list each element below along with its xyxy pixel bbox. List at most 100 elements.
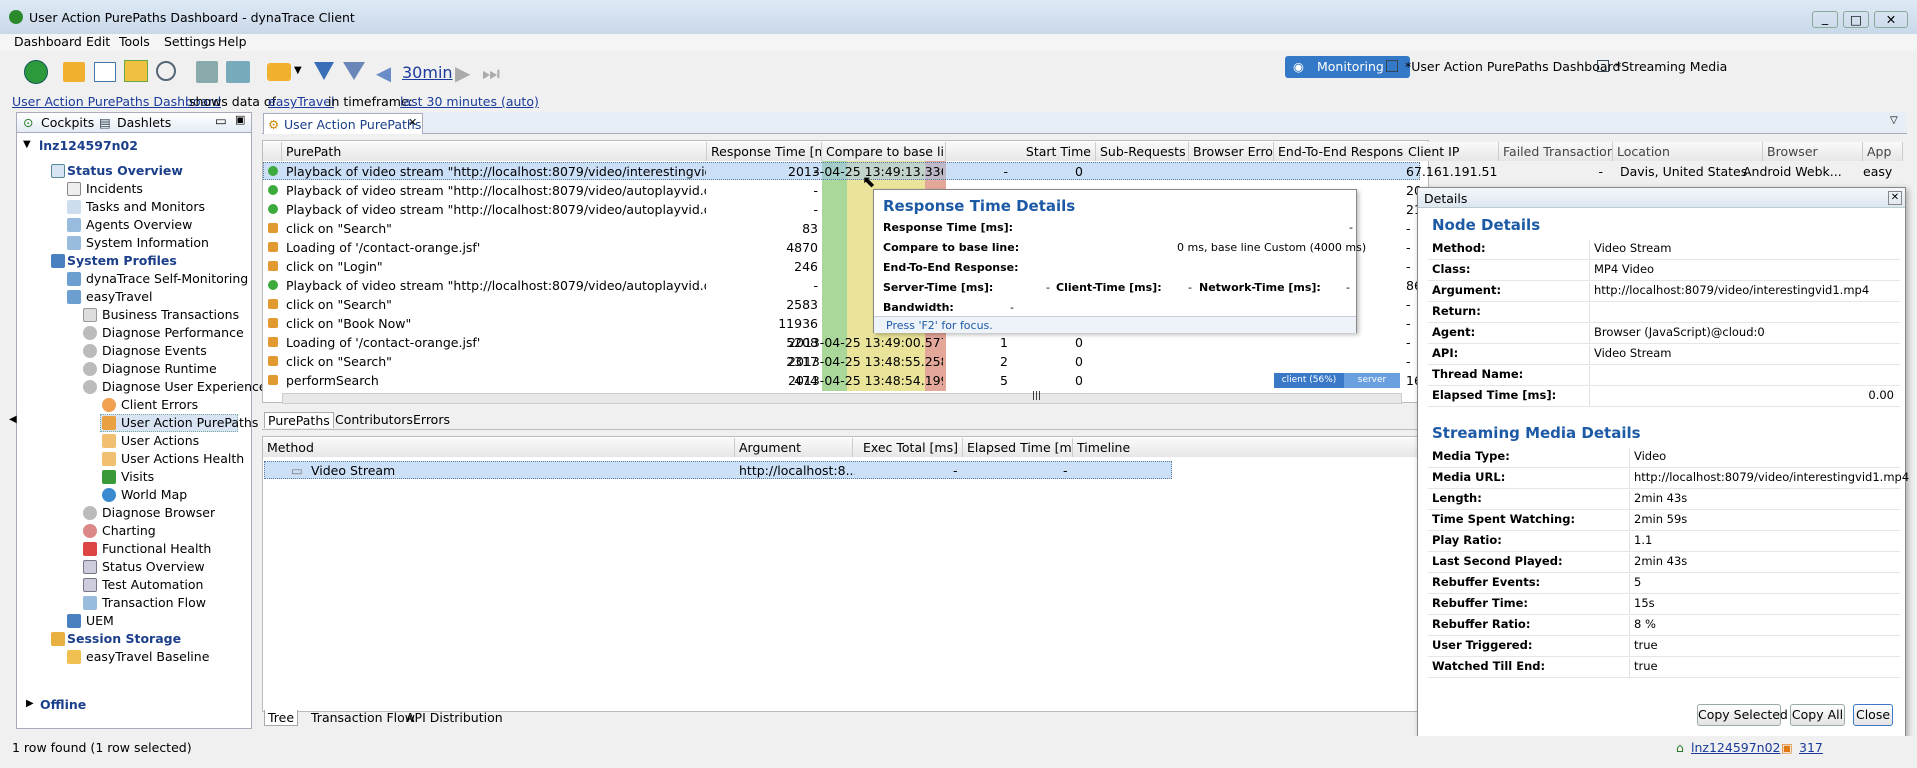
detail-row[interactable]: Media URL: http://localhost:8079/video/in… (1428, 469, 1909, 489)
filter-icon[interactable] (314, 62, 334, 80)
print-icon[interactable] (196, 61, 218, 83)
minimize-view-icon[interactable]: ▭ (215, 113, 227, 128)
detail-row[interactable]: Rebuffer Events: 5 (1428, 574, 1900, 594)
bottom-tab-tree[interactable]: Tree (264, 710, 299, 726)
detail-row[interactable]: Play Ratio: 1.1 (1428, 532, 1900, 552)
tree-runtime[interactable]: Diagnose Runtime (102, 361, 217, 376)
tree-visits[interactable]: Visits (121, 469, 154, 484)
minimize-button[interactable]: _ (1812, 11, 1838, 28)
timeframe-info-link[interactable]: last 30 minutes (auto) (400, 94, 539, 109)
col-argument[interactable]: Argument (735, 438, 853, 457)
detail-row[interactable]: Length: 2min 43s (1428, 490, 1900, 510)
tree-tasks[interactable]: Tasks and Monitors (86, 199, 205, 214)
copy-selected-button[interactable]: Copy Selected (1697, 704, 1788, 726)
tree-easytravel[interactable]: easyTravel (86, 289, 152, 304)
col-compare[interactable]: Compare to base line (822, 142, 946, 161)
detail-row[interactable]: Argument: http://localhost:8079/video/int… (1428, 282, 1900, 302)
detail-row[interactable]: Time Spent Watching: 2min 59s (1428, 511, 1900, 531)
detail-row[interactable]: API: Video Stream (1428, 345, 1900, 365)
tree-charting[interactable]: Charting (102, 523, 156, 538)
tree-testauto[interactable]: Test Automation (102, 577, 203, 592)
chevron-down-icon[interactable]: ▼ (294, 65, 302, 76)
tab-dashlets[interactable]: Dashlets (117, 115, 171, 130)
tree-bt[interactable]: Business Transactions (102, 307, 239, 322)
status-count-link[interactable]: 317 (1799, 740, 1823, 755)
copy-all-button[interactable]: Copy All (1790, 704, 1845, 726)
status-server-link[interactable]: lnz124597n02 (1691, 740, 1781, 755)
detail-row[interactable]: Rebuffer Time: 15s (1428, 595, 1900, 615)
detail-row[interactable]: Class: MP4 Video (1428, 261, 1900, 281)
back-icon[interactable]: ◀ (376, 61, 391, 85)
expand-icon[interactable]: ▶ (26, 698, 34, 709)
tree-ue[interactable]: Diagnose User Experience (102, 379, 267, 394)
tree-events[interactable]: Diagnose Events (102, 343, 207, 358)
bottom-tab-api[interactable]: API Distribution (403, 710, 506, 725)
collapse-icon[interactable]: ▼ (23, 139, 31, 150)
close-window-button[interactable]: ✕ (1874, 11, 1908, 28)
filter-settings-icon[interactable] (343, 62, 365, 80)
detail-row[interactable]: Thread Name: (1428, 366, 1900, 386)
tree-offline[interactable]: Offline (40, 697, 86, 712)
tree-sysinfo[interactable]: System Information (86, 235, 209, 250)
col-timeline[interactable]: Timeline (1073, 438, 1427, 457)
forward-icon[interactable]: ▶ (455, 61, 470, 85)
subtab-errors[interactable]: Errors (410, 412, 453, 427)
tab-cockpits[interactable]: Cockpits (41, 115, 94, 130)
timeframe-link[interactable]: 30min (402, 63, 453, 82)
close-tab-icon[interactable]: ✕ (408, 116, 417, 129)
col-purepath[interactable]: PurePath (282, 142, 707, 161)
collapse-left-icon[interactable]: ◀ (9, 414, 17, 425)
perspective-tab-dashboard[interactable]: *User Action PurePaths Dashboard (1405, 59, 1620, 74)
editor-tab[interactable]: ⚙ User Action PurePaths ✕ (263, 113, 423, 134)
tree-status2[interactable]: Status Overview (102, 559, 205, 574)
menu-help[interactable]: Help (218, 34, 247, 49)
bottom-tab-txflow[interactable]: Transaction Flow (308, 710, 418, 725)
col-start-time[interactable]: Start Time (946, 142, 1096, 161)
tree-client-errors[interactable]: Client Errors (121, 397, 198, 412)
menu-dashboard[interactable]: Dashboard (14, 34, 82, 49)
maximize-button[interactable]: □ (1843, 11, 1869, 28)
pin-icon[interactable]: ▣ (235, 113, 245, 126)
tree-txflow[interactable]: Transaction Flow (102, 595, 206, 610)
folder-icon[interactable] (63, 62, 85, 82)
detail-row[interactable]: Return: (1428, 303, 1900, 323)
detail-row[interactable]: Elapsed Time [ms]: 0.00 (1428, 387, 1900, 407)
tree-uah[interactable]: User Actions Health (121, 451, 244, 466)
col-method[interactable]: Method (263, 438, 735, 457)
detail-row[interactable]: User Triggered: true (1428, 637, 1900, 657)
detail-row[interactable]: Agent: Browser (JavaScript)@cloud:0 (1428, 324, 1900, 344)
perspective-tab-streaming[interactable]: *Streaming Media (1615, 59, 1727, 74)
table-row[interactable]: Playback of video stream "http://localho… (263, 162, 1892, 181)
handshake-icon[interactable] (267, 63, 291, 81)
tree-selfmon[interactable]: dynaTrace Self-Monitoring (86, 271, 248, 286)
search-icon[interactable] (156, 61, 176, 81)
detail-row[interactable]: Rebuffer Ratio: 8 % (1428, 616, 1900, 636)
tree-status-overview[interactable]: Status Overview (67, 163, 183, 178)
detail-row[interactable]: Media Type: Video (1428, 448, 1900, 468)
tree-profiles[interactable]: System Profiles (67, 253, 177, 268)
detail-row[interactable]: Method: Video Stream (1428, 240, 1900, 260)
col-e2e[interactable]: End-To-End Response (1274, 142, 1408, 161)
col-response-time[interactable]: Response Time [ms] (707, 142, 822, 161)
table-hscrollbar[interactable]: ||| (282, 391, 1402, 404)
close-button[interactable]: Close (1853, 704, 1893, 726)
tree-worldmap[interactable]: World Map (121, 487, 187, 502)
profile-link[interactable]: easyTravel (268, 94, 334, 109)
tree-ua[interactable]: User Actions (121, 433, 199, 448)
forward-end-icon[interactable]: ⏭ (482, 61, 500, 85)
tree-functional[interactable]: Functional Health (102, 541, 211, 556)
tree-baseline[interactable]: easyTravel Baseline (86, 649, 209, 664)
tree-uem[interactable]: UEM (86, 613, 114, 628)
col-client-ip[interactable]: Client IP (1404, 142, 1499, 161)
new-dashboard-icon[interactable] (94, 62, 116, 82)
col-browser-errors[interactable]: Browser Errors (1189, 142, 1274, 161)
tree-incidents[interactable]: Incidents (86, 181, 143, 196)
menu-settings[interactable]: Settings (164, 34, 215, 49)
table-row[interactable]: Loading of '/contact-orange.jsf' 5208 2013… (263, 333, 1420, 352)
detail-row[interactable]: Last Second Played: 2min 43s (1428, 553, 1900, 573)
agent-icon[interactable] (226, 61, 250, 83)
tree-agents[interactable]: Agents Overview (86, 217, 192, 232)
tree-session[interactable]: Session Storage (67, 631, 181, 646)
col-sub-requests[interactable]: Sub-Requests (1096, 142, 1189, 161)
detail-row[interactable]: Watched Till End: true (1428, 658, 1900, 678)
